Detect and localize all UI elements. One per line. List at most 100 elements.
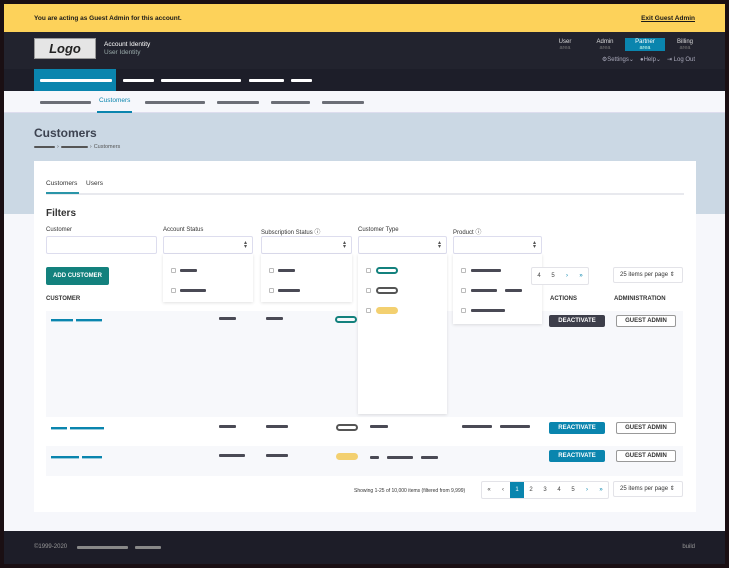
option-label: [505, 289, 522, 292]
customer-link[interactable]: [51, 427, 67, 430]
main-nav-item[interactable]: [40, 79, 112, 82]
sub-nav-item[interactable]: [40, 101, 91, 104]
checkbox[interactable]: [366, 268, 371, 273]
next-page-button[interactable]: ›: [580, 482, 594, 498]
tab-customers[interactable]: Customers: [46, 180, 79, 194]
subscription-status-select[interactable]: ▴ ▾: [261, 236, 352, 254]
cell-value: [219, 317, 236, 320]
user-name: User Identity: [104, 49, 141, 56]
cell-value: [370, 456, 379, 459]
page-5[interactable]: 5: [566, 482, 580, 498]
page-4[interactable]: 4: [552, 482, 566, 498]
checkbox[interactable]: [171, 268, 176, 273]
page-2[interactable]: 2: [524, 482, 538, 498]
customer-link[interactable]: [51, 319, 73, 322]
account-status-dropdown: [163, 254, 253, 302]
area-partner[interactable]: Partner area: [625, 38, 665, 51]
logout-link[interactable]: ⇥ Log Out: [667, 56, 695, 63]
checkbox[interactable]: [171, 288, 176, 293]
account-status-select[interactable]: ▴ ▾: [163, 236, 253, 254]
cell-value: [266, 317, 283, 320]
page-3[interactable]: 3: [538, 482, 552, 498]
customer-type-badge: [335, 316, 357, 323]
items-per-page-select-top[interactable]: 25 items per page ⇕: [613, 267, 683, 283]
account-status-label: Account Status: [163, 227, 204, 233]
help-menu[interactable]: ●Help⌄: [640, 56, 661, 63]
copyright: ©1999-2020: [34, 544, 68, 550]
tab-users[interactable]: Users: [86, 180, 103, 187]
checkbox[interactable]: [461, 308, 466, 313]
sub-nav-item[interactable]: [271, 101, 310, 104]
sort-arrows-icon: ▴ ▾: [342, 240, 346, 250]
sub-nav-item[interactable]: [217, 101, 259, 104]
option-label: [471, 309, 505, 312]
utility-links: ⚙Settings⌄ ●Help⌄ ⇥ Log Out: [602, 56, 695, 63]
column-customer[interactable]: CUSTOMER: [46, 296, 80, 302]
checkbox[interactable]: [269, 268, 274, 273]
items-per-page-select[interactable]: 25 items per page ⇕: [613, 481, 683, 497]
customer-type-badge: [336, 424, 358, 431]
breadcrumb-item[interactable]: [60, 146, 88, 148]
exit-guest-admin-link[interactable]: Exit Guest Admin: [641, 15, 695, 22]
next-page-button[interactable]: ›: [560, 268, 574, 284]
footer-link[interactable]: [135, 546, 161, 549]
area-user[interactable]: User area: [545, 38, 585, 51]
customer-type-select[interactable]: ▴ ▾: [358, 236, 447, 254]
add-customer-button[interactable]: ADD CUSTOMER: [46, 267, 109, 285]
subscription-status-dropdown: [261, 254, 352, 302]
product-select[interactable]: ▴ ▾: [453, 236, 542, 254]
page-4[interactable]: 4: [532, 268, 546, 284]
footer-link[interactable]: [77, 546, 128, 549]
product-label: Product ⓘ: [453, 227, 481, 236]
prev-page-button[interactable]: ‹: [496, 482, 510, 498]
customer-link[interactable]: [76, 319, 102, 322]
type-badge-gray: [376, 287, 398, 294]
reactivate-button[interactable]: REACTIVATE: [549, 450, 605, 462]
reactivate-button[interactable]: REACTIVATE: [549, 422, 605, 434]
column-administration: ADMINISTRATION: [614, 296, 666, 302]
checkbox[interactable]: [461, 288, 466, 293]
main-nav-item[interactable]: [161, 79, 241, 82]
main-nav-item[interactable]: [123, 79, 154, 82]
settings-label: Settings: [607, 57, 629, 63]
option-label: [278, 269, 295, 272]
area-billing[interactable]: Billing area: [665, 38, 705, 51]
last-page-button[interactable]: »: [574, 268, 588, 284]
checkbox[interactable]: [461, 268, 466, 273]
page-1[interactable]: 1: [510, 482, 524, 498]
cell-value: [219, 425, 236, 428]
checkbox[interactable]: [366, 308, 371, 313]
page-5[interactable]: 5: [546, 268, 560, 284]
guest-admin-button[interactable]: GUEST ADMIN: [616, 315, 676, 327]
deactivate-button[interactable]: DEACTIVATE: [549, 315, 605, 327]
logo[interactable]: Logo: [34, 38, 96, 59]
pagination: « ‹ 1 2 3 4 5 › »: [481, 481, 609, 499]
area-admin[interactable]: Admin area: [585, 38, 625, 51]
cell-value: [500, 425, 530, 428]
tabs: Customers Users: [46, 177, 684, 195]
checkbox[interactable]: [366, 288, 371, 293]
guest-admin-button[interactable]: GUEST ADMIN: [616, 422, 676, 434]
sub-nav-item[interactable]: [322, 101, 364, 104]
sub-nav-item[interactable]: [145, 101, 205, 104]
customer-link[interactable]: [51, 456, 79, 459]
customer-filter-input[interactable]: [46, 236, 157, 254]
last-page-button[interactable]: »: [594, 482, 608, 498]
breadcrumb-item[interactable]: [34, 146, 55, 148]
main-nav-item[interactable]: [291, 79, 312, 82]
customer-link[interactable]: [82, 456, 102, 459]
customer-link[interactable]: [70, 427, 104, 430]
cell-value: [266, 425, 288, 428]
customer-type-label: Customer Type: [358, 227, 399, 233]
logout-label: Log Out: [673, 57, 695, 63]
type-badge-yellow: [376, 307, 398, 314]
per-page-label: 25 items per page: [620, 272, 669, 278]
checkbox[interactable]: [269, 288, 274, 293]
guest-admin-button[interactable]: GUEST ADMIN: [616, 450, 676, 462]
settings-menu[interactable]: ⚙Settings⌄: [602, 56, 634, 63]
first-page-button[interactable]: «: [482, 482, 496, 498]
customer-type-dropdown: [358, 254, 447, 414]
sub-nav-customers[interactable]: Customers: [97, 97, 133, 113]
main-nav-item[interactable]: [249, 79, 284, 82]
page-title: Customers: [34, 126, 97, 140]
